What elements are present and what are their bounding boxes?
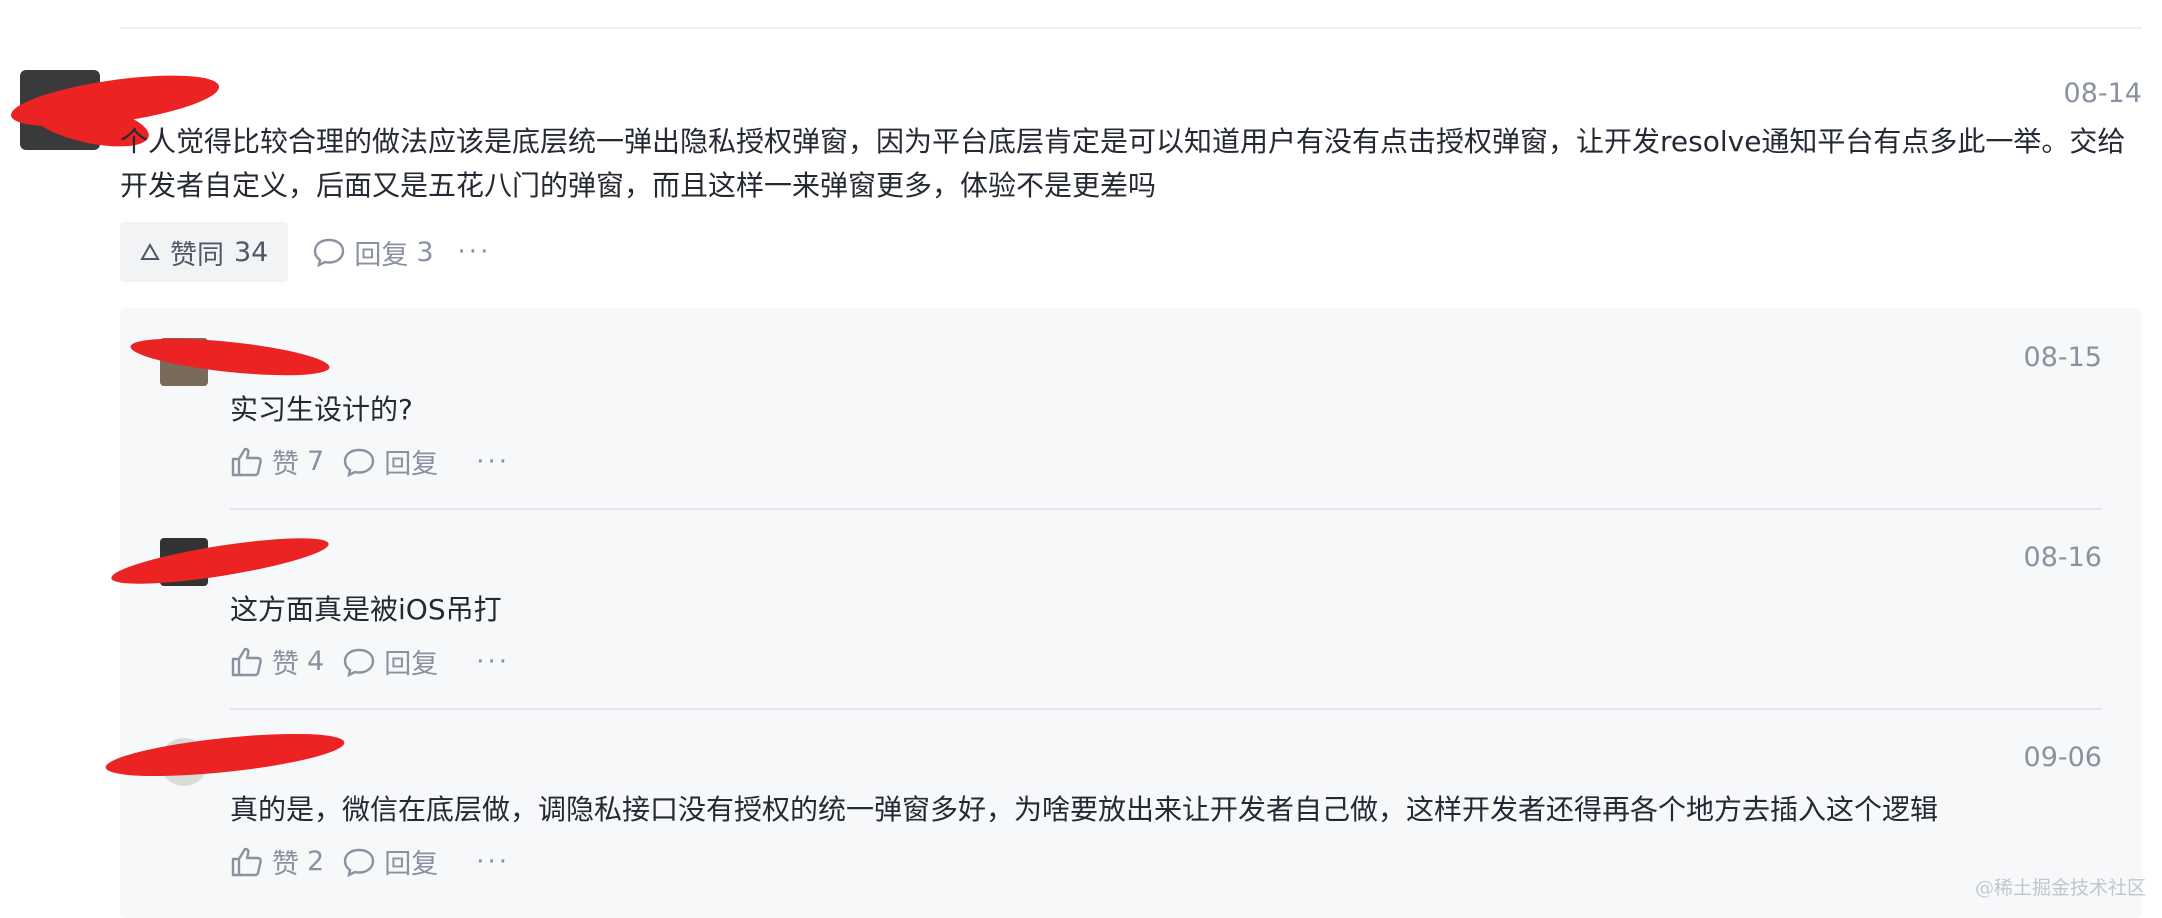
like-count: 4 [307,646,325,677]
agree-count: 34 [234,236,269,268]
reply-count: 3 [416,236,434,268]
reply-actions: 赞 2 回复 ··· [230,842,510,881]
reply-button[interactable]: 回复 3 [312,233,434,272]
reply-date: 08-15 [2023,342,2102,373]
reply-text: 真的是，微信在底层做，调隐私接口没有授权的统一弹窗多好，为啥要放出来让开发者自己… [230,793,1939,826]
thumbs-up-icon [230,646,264,678]
like-label: 赞 [272,449,299,480]
triangle-up-icon [140,243,160,261]
redaction-mark [103,725,347,785]
reply-item: 08-16 这方面真是被iOS吊打 赞 4 回复 ··· [109,508,2142,710]
thumbs-up-icon [230,846,264,878]
reply-text: 实习生设计的? [230,393,413,426]
reply-date: 08-16 [2023,542,2102,573]
agree-label: 赞同 [170,239,224,271]
reply-item: 08-15 实习生设计的? 赞 7 回复 ··· [120,308,2142,510]
more-button[interactable]: ··· [476,447,510,477]
more-button[interactable]: ··· [476,647,510,677]
top-divider [120,27,2142,29]
reply-date: 09-06 [2023,742,2102,773]
reply-actions: 赞 7 回复 ··· [230,442,510,481]
reply-label: 回复 [354,239,409,271]
watermark: @稀土掘金技术社区 [1974,877,2146,899]
reply-item: 09-06 真的是，微信在底层做，调隐私接口没有授权的统一弹窗多好，为啥要放出来… [103,708,2142,908]
reply-button[interactable]: 回复 [342,642,438,681]
comment-date: 08-14 [2063,78,2142,109]
reply-button[interactable]: 回复 [342,442,438,481]
comment-bubble-icon [342,647,376,677]
thumbs-up-icon [230,446,264,478]
reply-label: 回复 [384,649,439,680]
comment-bubble-icon [342,447,376,477]
like-button[interactable]: 赞 4 [230,642,324,681]
reply-actions: 赞 4 回复 ··· [230,642,510,681]
like-button[interactable]: 赞 7 [230,442,324,481]
more-button[interactable]: ··· [476,847,510,877]
agree-button[interactable]: 赞同 34 [120,222,289,282]
like-button[interactable]: 赞 2 [230,842,324,881]
like-count: 2 [307,846,325,877]
replies-panel: 08-15 实习生设计的? 赞 7 回复 ··· 08-16 这方面真是被iOS… [103,308,2142,918]
more-button[interactable]: ··· [458,237,492,267]
reply-label: 回复 [384,849,439,880]
comment-bubble-icon [342,847,376,877]
like-label: 赞 [272,849,299,880]
comment-text: 个人觉得比较合理的做法应该是底层统一弹出隐私授权弹窗，因为平台底层肯定是可以知道… [120,125,2126,202]
comment-actions: 赞同 34 回复 3 ··· [120,222,491,282]
like-label: 赞 [272,649,299,680]
comment-bubble-icon [312,237,346,267]
reply-label: 回复 [384,449,439,480]
reply-button[interactable]: 回复 [342,842,438,881]
reply-text: 这方面真是被iOS吊打 [230,593,502,626]
redaction-mark [109,528,331,594]
like-count: 7 [307,446,325,477]
